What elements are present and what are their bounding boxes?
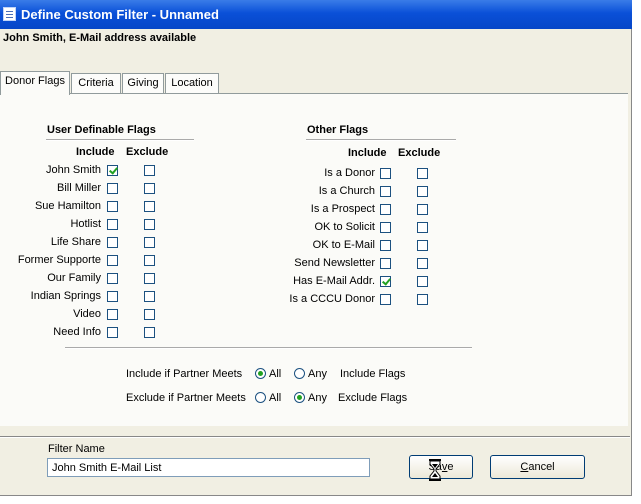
cancel-label-end: ancel [528, 461, 555, 473]
user-flags-label: John Smith [45, 164, 101, 176]
other-flags-exclude-checkbox[interactable] [417, 276, 428, 287]
user-flags-include-checkbox[interactable] [107, 201, 118, 212]
cancel-button[interactable]: Cancel [490, 455, 585, 479]
user-flags-exclude-checkbox[interactable] [144, 201, 155, 212]
user-flags-exclude-checkbox[interactable] [144, 309, 155, 320]
user-flags-divider [46, 139, 194, 141]
user-flags-label: Indian Springs [30, 290, 101, 302]
other-include-header: Include [348, 147, 387, 159]
exclude-all-radio[interactable] [255, 392, 266, 403]
footer-divider [0, 436, 630, 438]
user-flags-exclude-checkbox[interactable] [144, 165, 155, 176]
user-include-header: Include [76, 146, 115, 158]
options-separator [65, 347, 472, 349]
other-flags-include-checkbox[interactable] [380, 168, 391, 179]
other-flags-divider [306, 139, 456, 141]
user-flags-include-checkbox[interactable] [107, 255, 118, 266]
include-any-label[interactable]: Any [308, 368, 327, 380]
user-flags-exclude-checkbox[interactable] [144, 327, 155, 338]
tab-criteria[interactable]: Criteria [71, 73, 121, 93]
user-flags-label: Our Family [47, 272, 101, 284]
include-any-radio[interactable] [294, 368, 305, 379]
exclude-match-label: Exclude if Partner Meets [126, 392, 246, 404]
other-flags-title: Other Flags [307, 124, 369, 136]
other-flags-exclude-checkbox[interactable] [417, 258, 428, 269]
user-flags-include-checkbox[interactable] [107, 291, 118, 302]
user-flags-label: Hotlist [70, 218, 101, 230]
filter-name-input[interactable] [47, 458, 370, 477]
other-flags-include-checkbox[interactable] [380, 204, 391, 215]
user-flags-exclude-checkbox[interactable] [144, 273, 155, 284]
exclude-any-label[interactable]: Any [308, 392, 327, 404]
other-flags-exclude-checkbox[interactable] [417, 294, 428, 305]
document-icon[interactable] [3, 7, 16, 21]
title-bar[interactable]: Define Custom Filter - Unnamed [0, 0, 632, 29]
filter-name-label: Filter Name [48, 443, 105, 455]
user-flags-label: Bill Miller [57, 182, 101, 194]
other-flags-include-checkbox[interactable] [380, 294, 391, 305]
user-flags-include-checkbox[interactable] [107, 309, 118, 320]
other-flags-exclude-checkbox[interactable] [417, 240, 428, 251]
other-flags-include-checkbox[interactable] [380, 240, 391, 251]
tab-location[interactable]: Location [165, 73, 219, 93]
other-flags-label: OK to E-Mail [312, 239, 375, 251]
user-flags-exclude-checkbox[interactable] [144, 237, 155, 248]
exclude-all-label[interactable]: All [269, 392, 281, 404]
dialog-window: Define Custom Filter - Unnamed John Smit… [0, 0, 632, 496]
hourglass-icon [429, 459, 441, 481]
other-flags-label: OK to Solicit [314, 221, 375, 233]
other-flags-include-checkbox[interactable] [380, 258, 391, 269]
other-flags-exclude-checkbox[interactable] [417, 186, 428, 197]
other-flags-include-checkbox[interactable] [380, 222, 391, 233]
user-flags-include-checkbox[interactable] [107, 165, 118, 176]
other-exclude-header: Exclude [398, 147, 441, 159]
other-flags-include-checkbox[interactable] [380, 276, 391, 287]
save-label-end: e [447, 461, 454, 473]
exclude-flags-suffix: Exclude Flags [338, 392, 408, 404]
include-all-radio[interactable] [255, 368, 266, 379]
user-flags-title: User Definable Flags [47, 124, 156, 136]
other-flags-label: Is a Donor [324, 167, 375, 179]
user-flags-include-checkbox[interactable] [107, 237, 118, 248]
user-flags-label: Life Share [50, 236, 101, 248]
exclude-any-radio[interactable] [294, 392, 305, 403]
user-flags-label: Video [73, 308, 101, 320]
user-flags-include-checkbox[interactable] [107, 327, 118, 338]
user-flags-include-checkbox[interactable] [107, 219, 118, 230]
user-flags-label: Former Supporte [17, 254, 101, 266]
other-flags-exclude-checkbox[interactable] [417, 204, 428, 215]
partner-summary: John Smith, E-Mail address available [3, 32, 197, 44]
other-flags-exclude-checkbox[interactable] [417, 222, 428, 233]
include-all-label[interactable]: All [269, 368, 281, 380]
user-flags-exclude-checkbox[interactable] [144, 255, 155, 266]
window-title: Define Custom Filter - Unnamed [21, 7, 219, 22]
user-flags-exclude-checkbox[interactable] [144, 219, 155, 230]
other-flags-label: Is a Prospect [310, 203, 375, 215]
user-exclude-header: Exclude [126, 146, 169, 158]
include-match-label: Include if Partner Meets [126, 368, 243, 380]
other-flags-include-checkbox[interactable] [380, 186, 391, 197]
other-flags-label: Is a CCCU Donor [289, 293, 375, 305]
user-flags-exclude-checkbox[interactable] [144, 183, 155, 194]
user-flags-include-checkbox[interactable] [107, 273, 118, 284]
user-flags-exclude-checkbox[interactable] [144, 291, 155, 302]
include-flags-suffix: Include Flags [340, 368, 406, 380]
user-flags-label: Sue Hamilton [34, 200, 101, 212]
user-flags-label: Need Info [53, 326, 101, 338]
other-flags-label: Has E-Mail Addr. [293, 275, 375, 287]
other-flags-exclude-checkbox[interactable] [417, 168, 428, 179]
tab-donor-flags[interactable]: Donor Flags [0, 71, 70, 95]
other-flags-label: Send Newsletter [294, 257, 375, 269]
user-flags-include-checkbox[interactable] [107, 183, 118, 194]
other-flags-label: Is a Church [318, 185, 375, 197]
tab-giving[interactable]: Giving [122, 73, 164, 93]
